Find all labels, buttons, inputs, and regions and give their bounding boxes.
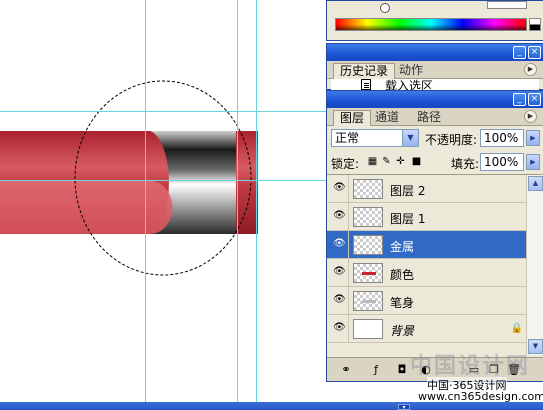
color-panel: [326, 0, 543, 41]
color-slider-marker[interactable]: [380, 3, 390, 13]
layer-name: 图层 2: [390, 184, 426, 198]
lock-all-icon[interactable]: ■: [411, 156, 422, 167]
layer-row-background[interactable]: 👁 背景 🔒: [327, 315, 543, 343]
close-icon[interactable]: ×: [528, 46, 541, 59]
guide-vertical: [145, 0, 146, 402]
layer-thumbnail: [353, 207, 383, 227]
lock-icon: 🔒: [510, 323, 523, 334]
minimize-icon[interactable]: _: [513, 93, 526, 106]
layer-name: 笔身: [390, 296, 415, 310]
lock-label: 锁定:: [331, 157, 360, 171]
layer-row-metal[interactable]: 👁 金属: [327, 231, 543, 259]
lock-pixels-icon[interactable]: ✎: [381, 156, 392, 167]
fill-label: 填充:: [451, 157, 480, 171]
layer-thumbnail: [353, 263, 383, 283]
eye-icon[interactable]: 👁: [333, 323, 346, 333]
layer-style-icon[interactable]: ƒ: [369, 363, 383, 377]
chevron-down-icon[interactable]: ▼: [402, 130, 418, 146]
link-cell[interactable]: [348, 203, 349, 231]
eye-icon[interactable]: 👁: [333, 211, 346, 221]
layer-mask-icon[interactable]: ◘: [395, 363, 409, 377]
lock-transparency-icon[interactable]: ▦: [367, 156, 378, 167]
document-canvas[interactable]: [0, 0, 326, 402]
link-cell[interactable]: [348, 175, 349, 203]
link-layers-icon[interactable]: ⚭: [339, 363, 353, 377]
layer-row-color[interactable]: 👁 颜色: [327, 259, 543, 287]
link-cell[interactable]: [348, 231, 349, 259]
layer-row-layer2[interactable]: 👁 图层 2: [327, 175, 543, 203]
tab-channels[interactable]: 通道: [369, 110, 405, 126]
opacity-input[interactable]: 100%: [480, 129, 524, 147]
blend-mode-value: 正常: [335, 131, 360, 145]
history-tabs: 历史记录 动作 ▶: [327, 61, 543, 79]
layer-name: 颜色: [390, 268, 415, 282]
watermark-logo-text: 中国设计网: [410, 354, 531, 379]
layers-titlebar[interactable]: _ ×: [327, 91, 543, 108]
guide-horizontal: [0, 180, 326, 181]
eye-icon[interactable]: 👁: [333, 295, 346, 305]
tab-layers[interactable]: 图层: [333, 110, 372, 126]
black-white-swatch[interactable]: [529, 18, 541, 31]
color-ramp[interactable]: [335, 18, 527, 31]
layer-name: 图层 1: [390, 212, 426, 226]
layer-list-scrollbar[interactable]: ▲ ▼: [526, 175, 543, 355]
thumbnail-mark: [362, 272, 376, 275]
close-icon[interactable]: ×: [528, 93, 541, 106]
opacity-label: 不透明度:: [425, 133, 478, 147]
layer-thumbnail: [353, 291, 383, 311]
layer-row-layer1[interactable]: 👁 图层 1: [327, 203, 543, 231]
guide-vertical: [237, 0, 238, 402]
lock-position-icon[interactable]: ✛: [395, 156, 406, 167]
layer-thumbnail: [353, 235, 383, 255]
layers-panel: _ × 图层 通道 路径 ▶ 正常 ▼ 不透明度: 100% ▶ 锁定: ▦ ✎…: [326, 90, 543, 382]
eye-icon[interactable]: 👁: [333, 183, 346, 193]
fill-arrow-icon[interactable]: ▶: [526, 154, 540, 170]
fill-value: 100%: [484, 155, 519, 169]
color-value-field[interactable]: [487, 1, 527, 9]
opacity-value: 100%: [484, 131, 519, 145]
scroll-up-icon[interactable]: ▲: [528, 176, 543, 191]
link-cell[interactable]: [348, 315, 349, 343]
guide-horizontal: [0, 111, 326, 112]
link-cell[interactable]: [348, 259, 349, 287]
eye-icon[interactable]: 👁: [333, 239, 346, 249]
history-state-icon: [361, 79, 371, 90]
fill-input[interactable]: 100%: [480, 153, 524, 171]
layer-name: 背景: [390, 324, 415, 338]
layer-thumbnail: [353, 319, 383, 339]
opacity-arrow-icon[interactable]: ▶: [526, 130, 540, 146]
layer-thumbnail: [353, 179, 383, 199]
history-titlebar[interactable]: _ ×: [327, 44, 543, 61]
panel-menu-icon[interactable]: ▶: [524, 63, 537, 76]
taskbar-button[interactable]: ▾: [398, 404, 410, 410]
tab-paths[interactable]: 路径: [411, 110, 447, 126]
layer-name: 金属: [390, 240, 415, 254]
history-panel: _ × 历史记录 动作 ▶ 载入选区: [326, 43, 543, 93]
lock-fill-row: 锁定: ▦ ✎ ✛ ■ 填充: 100% ▶: [327, 150, 543, 174]
minimize-icon[interactable]: _: [513, 46, 526, 59]
guide-vertical: [256, 0, 257, 402]
panel-menu-icon[interactable]: ▶: [524, 110, 537, 123]
layer-list: 👁 图层 2 👁 图层 1 👁 金属 👁 颜色 👁 笔身 👁 背景 🔒 ▲ ▼: [327, 174, 543, 355]
eye-icon[interactable]: 👁: [333, 267, 346, 277]
link-cell[interactable]: [348, 287, 349, 315]
layers-tabs: 图层 通道 路径 ▶: [327, 108, 543, 126]
thumbnail-mark: [362, 300, 376, 303]
blend-mode-select[interactable]: 正常 ▼: [331, 129, 419, 147]
blend-opacity-row: 正常 ▼ 不透明度: 100% ▶: [327, 126, 543, 150]
layer-row-pen-body[interactable]: 👁 笔身: [327, 287, 543, 315]
pen-artwork: [0, 80, 258, 276]
taskbar: ▾: [0, 402, 543, 410]
scroll-down-icon[interactable]: ▼: [528, 339, 543, 354]
